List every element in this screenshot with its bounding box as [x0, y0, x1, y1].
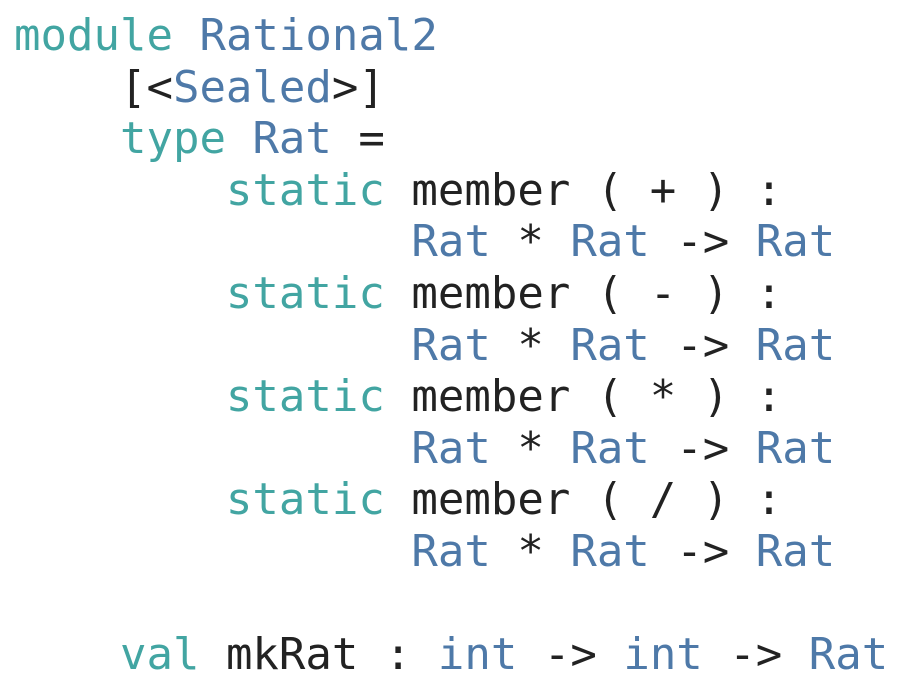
code-line: type Rat = [14, 113, 888, 165]
code-identifier: Rat [411, 422, 491, 474]
code-text: -> [702, 629, 809, 681]
code-text: member ( * ) : [384, 371, 783, 423]
code-text: -> [649, 319, 756, 371]
code-line: val mkRat : int -> int -> Rat [14, 629, 888, 681]
code-keyword: static [225, 474, 385, 526]
code-text: -> [649, 216, 756, 268]
code-identifier: Rational2 [199, 10, 438, 61]
code-identifier: Rat [570, 422, 650, 474]
code-line: Rat * Rat -> Rat [14, 423, 888, 475]
code-text: -> [649, 525, 756, 577]
code-keyword: static [225, 164, 385, 216]
code-identifier: Rat [570, 216, 650, 268]
code-line: Rat * Rat -> Rat [14, 526, 888, 578]
code-line: static member ( / ) : [14, 474, 888, 526]
code-block: module Rational2 [<Sealed>] type Rat = s… [14, 10, 888, 681]
code-identifier: Sealed [172, 61, 332, 113]
code-text: * [490, 525, 571, 577]
code-identifier: Rat [755, 319, 836, 371]
code-identifier: Rat [808, 629, 889, 681]
code-keyword: module [14, 10, 173, 61]
code-text: * [490, 216, 571, 268]
code-text: * [490, 319, 571, 371]
code-text: >] [331, 61, 385, 113]
code-keyword: type [119, 113, 226, 165]
code-identifier: Rat [411, 216, 491, 268]
code-identifier: Rat [755, 422, 836, 474]
code-identifier: int [623, 629, 703, 681]
code-identifier: Rat [570, 525, 650, 577]
code-keyword: static [225, 371, 385, 423]
code-text: -> [517, 629, 624, 681]
code-text: member ( + ) : [384, 164, 783, 216]
code-keyword: static [225, 267, 385, 319]
code-identifier: int [437, 629, 518, 681]
code-text: * [490, 422, 571, 474]
code-identifier: Rat [411, 319, 491, 371]
code-text: [< [14, 61, 173, 113]
code-text: mkRat : [199, 629, 438, 681]
code-line: [<Sealed>] [14, 62, 888, 114]
code-identifier: Rat [755, 216, 836, 268]
code-line: Rat * Rat -> Rat [14, 216, 888, 268]
code-text: member ( / ) : [384, 474, 783, 526]
code-line: static member ( * ) : [14, 371, 888, 423]
code-identifier: Rat [755, 525, 836, 577]
code-text: member ( - ) : [384, 267, 783, 319]
code-keyword: val [119, 629, 200, 681]
code-line: static member ( - ) : [14, 268, 888, 320]
code-identifier: Rat [411, 525, 491, 577]
code-text: = [331, 113, 385, 165]
code-identifier: Rat [570, 319, 650, 371]
code-line: Rat * Rat -> Rat [14, 320, 888, 372]
code-line: static member ( + ) : [14, 165, 888, 217]
code-line: module Rational2 [14, 10, 888, 62]
code-text: -> [649, 422, 756, 474]
code-identifier: Rat [252, 113, 332, 165]
